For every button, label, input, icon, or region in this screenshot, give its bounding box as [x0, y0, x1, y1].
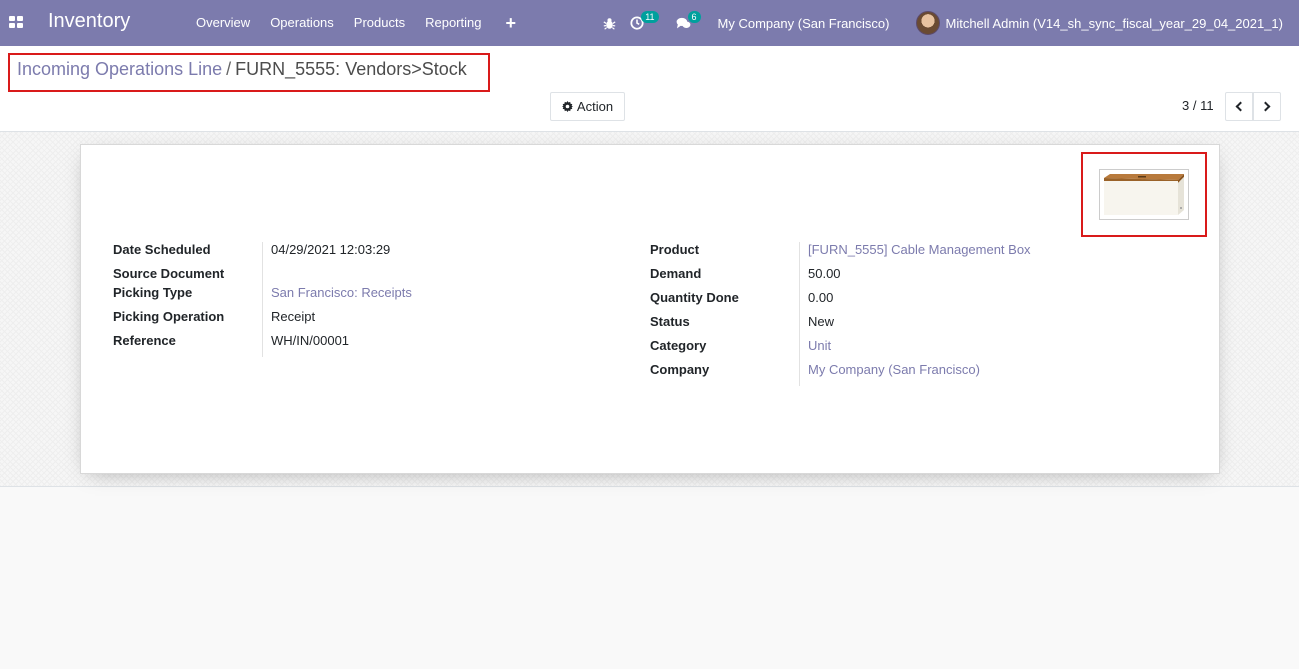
- label-reference: Reference: [113, 333, 263, 357]
- cable-box-image-icon: [1104, 174, 1184, 215]
- value-company-link[interactable]: My Company (San Francisco): [800, 362, 980, 386]
- messages-chat-icon[interactable]: 6: [676, 11, 704, 30]
- gear-icon: [561, 101, 573, 112]
- top-navbar: Inventory Overview Operations Products R…: [0, 0, 1299, 46]
- value-source-document[interactable]: [263, 266, 271, 285]
- label-category: Category: [650, 338, 800, 362]
- activity-count-badge: 11: [641, 11, 659, 23]
- menu-reporting[interactable]: Reporting: [415, 0, 491, 46]
- field-row-date-scheduled: Date Scheduled 04/29/2021 12:03:29: [113, 242, 633, 266]
- menu-overview[interactable]: Overview: [186, 0, 260, 46]
- systray: 11 6 My Company (San Francisco) Mitchell…: [603, 0, 1299, 46]
- label-picking-type: Picking Type: [113, 285, 263, 309]
- label-source-document: Source Document: [113, 266, 263, 285]
- label-date-scheduled: Date Scheduled: [113, 242, 263, 266]
- field-row-picking-type: Picking Type San Francisco: Receipts: [113, 285, 633, 309]
- field-row-category: Category Unit: [650, 338, 1190, 362]
- label-picking-operation: Picking Operation: [113, 309, 263, 333]
- label-status: Status: [650, 314, 800, 338]
- field-row-demand: Demand 50.00: [650, 266, 1190, 290]
- value-category-link[interactable]: Unit: [800, 338, 831, 362]
- menu-operations[interactable]: Operations: [260, 0, 344, 46]
- main-menu: Overview Operations Products Reporting +: [186, 0, 530, 46]
- user-menu[interactable]: Mitchell Admin (V14_sh_sync_fiscal_year_…: [915, 11, 1284, 35]
- field-row-reference: Reference WH/IN/00001: [113, 333, 633, 357]
- value-product-link[interactable]: [FURN_5555] Cable Management Box: [800, 242, 1031, 266]
- debug-bug-icon[interactable]: [603, 17, 616, 30]
- avatar: [915, 11, 940, 35]
- label-product: Product: [650, 242, 800, 266]
- label-quantity-done: Quantity Done: [650, 290, 800, 314]
- breadcrumb-separator: /: [226, 59, 232, 79]
- breadcrumb-parent-link[interactable]: Incoming Operations Line: [17, 59, 222, 79]
- action-button[interactable]: Action: [550, 92, 625, 121]
- chevron-left-icon: [1235, 101, 1246, 112]
- field-row-picking-operation: Picking Operation Receipt: [113, 309, 633, 333]
- value-picking-type-link[interactable]: San Francisco: Receipts: [263, 285, 412, 309]
- form-sheet: Date Scheduled 04/29/2021 12:03:29 Sourc…: [80, 144, 1220, 474]
- product-image-highlight: [1081, 152, 1207, 237]
- menu-products[interactable]: Products: [344, 0, 415, 46]
- value-demand[interactable]: 50.00: [800, 266, 841, 290]
- right-field-group: Product [FURN_5555] Cable Management Box…: [650, 242, 1190, 386]
- field-row-quantity-done: Quantity Done 0.00: [650, 290, 1190, 314]
- pager-previous-button[interactable]: [1225, 92, 1253, 121]
- value-picking-operation[interactable]: Receipt: [263, 309, 315, 333]
- breadcrumb-current: FURN_5555: Vendors>Stock: [235, 59, 467, 79]
- pager-next-button[interactable]: [1253, 92, 1281, 121]
- form-view-background: Date Scheduled 04/29/2021 12:03:29 Sourc…: [0, 132, 1299, 487]
- action-button-label: Action: [576, 99, 614, 114]
- field-row-source-document: Source Document: [113, 266, 633, 285]
- value-quantity-done[interactable]: 0.00: [800, 290, 833, 314]
- chevron-right-icon: [1260, 101, 1271, 112]
- left-field-group: Date Scheduled 04/29/2021 12:03:29 Sourc…: [113, 242, 633, 357]
- value-status[interactable]: New: [800, 314, 834, 338]
- company-switcher[interactable]: My Company (San Francisco): [718, 16, 890, 31]
- message-count-badge: 6: [687, 11, 701, 23]
- control-panel: Incoming Operations Line / FURN_5555: Vend…: [0, 46, 1299, 132]
- value-date-scheduled[interactable]: 04/29/2021 12:03:29: [263, 242, 390, 266]
- field-row-status: Status New: [650, 314, 1190, 338]
- app-title[interactable]: Inventory: [48, 10, 130, 33]
- product-image[interactable]: [1099, 169, 1189, 220]
- label-demand: Demand: [650, 266, 800, 290]
- field-row-company: Company My Company (San Francisco): [650, 362, 1190, 386]
- field-row-product: Product [FURN_5555] Cable Management Box: [650, 242, 1190, 266]
- label-company: Company: [650, 362, 800, 386]
- pager-value[interactable]: 3 / 11: [1182, 98, 1214, 113]
- activity-clock-icon[interactable]: 11: [630, 11, 661, 30]
- user-name: Mitchell Admin (V14_sh_sync_fiscal_year_…: [945, 15, 1284, 31]
- value-reference[interactable]: WH/IN/00001: [263, 333, 349, 357]
- apps-menu-icon[interactable]: [9, 16, 23, 28]
- breadcrumb: Incoming Operations Line / FURN_5555: Vend…: [8, 53, 490, 92]
- plus-icon[interactable]: +: [491, 0, 530, 46]
